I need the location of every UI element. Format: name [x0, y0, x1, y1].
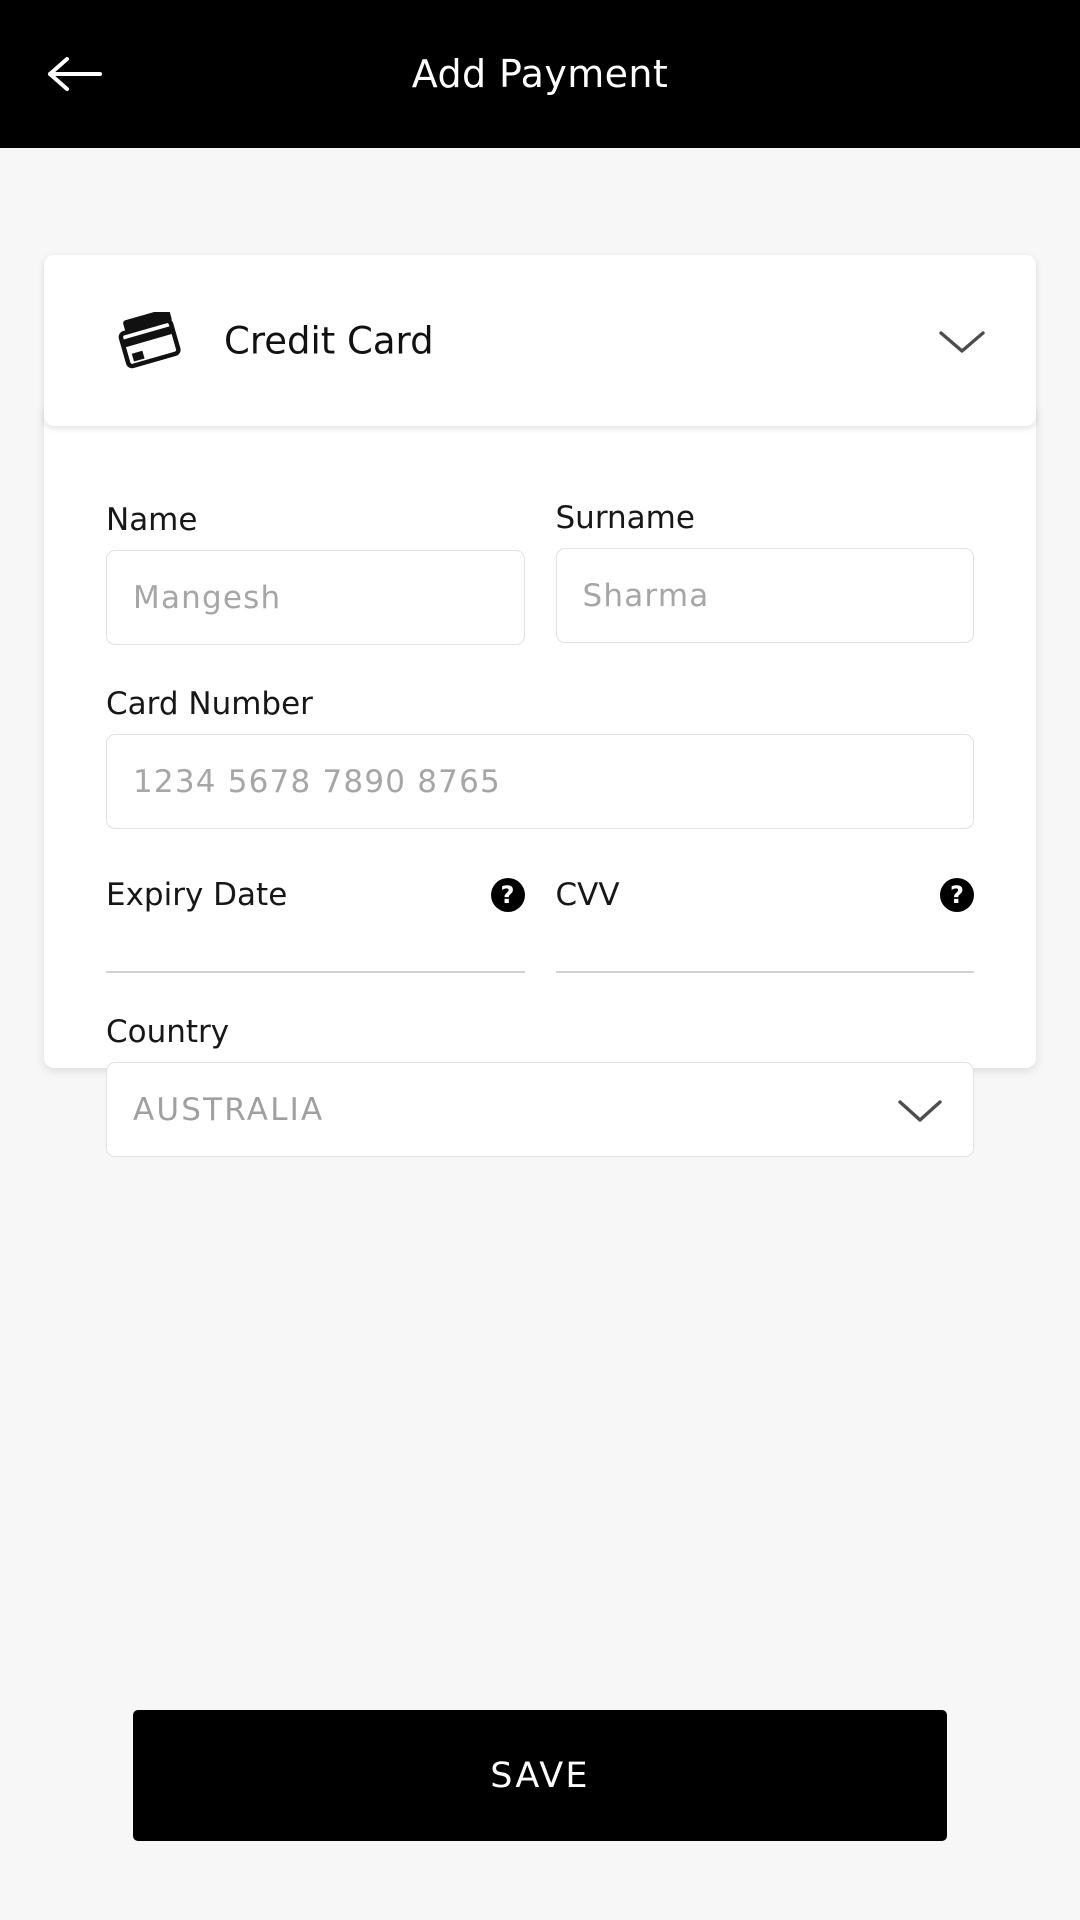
expiry-label: Expiry Date — [106, 877, 288, 914]
name-input[interactable] — [106, 550, 525, 646]
expiry-head: Expiry Date ? — [106, 877, 525, 913]
chevron-down-icon[interactable] — [895, 1095, 945, 1125]
expiry-field-group: Expiry Date ? — [106, 877, 525, 974]
payment-method-label: Credit Card — [224, 319, 434, 362]
cvv-input[interactable] — [555, 927, 974, 974]
credit-card-form: Name Surname Card Number Expiry Date — [44, 403, 1036, 1158]
payment-method-selector[interactable]: Credit Card — [44, 255, 1036, 426]
save-button[interactable]: SAVE — [133, 1710, 947, 1841]
name-label: Name — [106, 502, 198, 538]
country-selected-value: AUSTRALIA — [133, 1091, 325, 1128]
card-number-field-group: Card Number — [106, 686, 974, 830]
surname-field-group: Surname — [555, 500, 974, 644]
country-label: Country — [106, 1014, 230, 1051]
name-surname-row: Name Surname — [106, 500, 974, 646]
app-bar: Add Payment — [0, 0, 1080, 148]
arrow-left-icon — [46, 54, 104, 94]
expiry-input[interactable] — [106, 927, 525, 974]
cvv-head: CVV ? — [555, 877, 974, 914]
surname-label: Surname — [555, 500, 695, 536]
page-title: Add Payment — [411, 52, 669, 96]
surname-input[interactable] — [555, 548, 974, 644]
expiry-cvv-row: Expiry Date ? CVV ? — [106, 877, 974, 974]
card-number-label: Card Number — [106, 686, 313, 723]
cvv-field-group: CVV ? — [555, 877, 974, 974]
country-field-group: Country AUSTRALIA — [106, 1014, 974, 1158]
name-field-group: Name — [106, 502, 525, 646]
page-body: Credit Card Name Surname Card — [0, 148, 1080, 1920]
cvv-label: CVV — [555, 877, 620, 914]
chevron-down-icon[interactable] — [936, 325, 988, 357]
expiry-help-icon[interactable]: ? — [490, 878, 525, 913]
cvv-help-icon[interactable]: ? — [940, 878, 974, 913]
credit-card-icon — [117, 308, 185, 370]
country-select[interactable]: AUSTRALIA — [106, 1062, 974, 1158]
back-button[interactable] — [38, 37, 112, 111]
card-number-input[interactable] — [106, 734, 974, 830]
